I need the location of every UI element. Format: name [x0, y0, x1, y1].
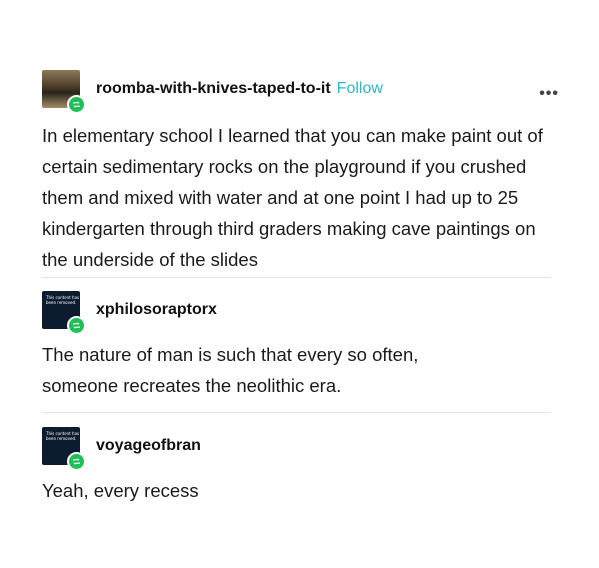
reblog-badge: [67, 316, 86, 335]
divider: [42, 277, 551, 278]
reblog-badge: [67, 95, 86, 114]
avatar[interactable]: This content has been removed.: [42, 427, 86, 471]
post-original: roomba-with-knives-taped-to-it Follow ••…: [42, 70, 558, 270]
username[interactable]: voyageofbran: [96, 437, 201, 455]
reblog-comment: This content has been removed. xphilosor…: [42, 291, 551, 401]
post-body: Yeah, every recess: [42, 480, 199, 501]
divider: [42, 412, 551, 413]
ellipsis-icon[interactable]: •••: [539, 85, 559, 103]
username[interactable]: xphilosoraptorx: [96, 301, 217, 319]
reblog-badge: [67, 452, 86, 471]
reblog-icon: [73, 458, 80, 465]
post-header: roomba-with-knives-taped-to-it Follow: [42, 70, 383, 114]
avatar[interactable]: [42, 70, 86, 114]
reblog-comment: This content has been removed. voyageofb…: [42, 427, 551, 517]
post-body: The nature of man is such that every so …: [42, 344, 419, 396]
reblog-icon: [73, 101, 80, 108]
avatar[interactable]: This content has been removed.: [42, 291, 86, 335]
post-header: This content has been removed. xphilosor…: [42, 291, 217, 335]
follow-button[interactable]: Follow: [337, 80, 383, 98]
post-header: This content has been removed. voyageofb…: [42, 427, 201, 471]
post-body: In elementary school I learned that you …: [42, 125, 543, 270]
username[interactable]: roomba-with-knives-taped-to-it: [96, 80, 331, 98]
reblog-icon: [73, 322, 80, 329]
